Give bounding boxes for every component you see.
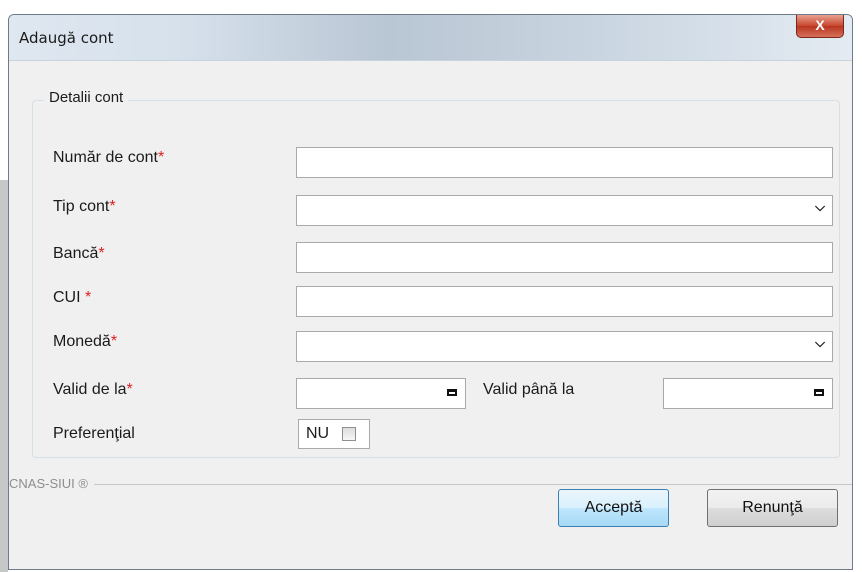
dialog-content: Detalii cont Număr de cont* Tip cont* ⌵ … (9, 61, 852, 569)
group-title: Detalii cont (44, 89, 129, 106)
cui-label: CUI * (53, 289, 92, 306)
currency-label: Monedă* (53, 333, 118, 350)
required-star: * (109, 198, 116, 215)
required-star: * (157, 149, 165, 166)
dialog-title: Adaugă cont (19, 29, 114, 47)
valid-until-label: Valid până la (483, 381, 575, 398)
valid-until-date-input[interactable] (663, 378, 833, 409)
account-number-input[interactable] (296, 147, 833, 178)
close-button[interactable]: X (796, 15, 844, 38)
footer-brand: CNAS-SIUI ® (9, 476, 94, 491)
valid-from-label: Valid de la* (53, 381, 133, 398)
calendar-icon[interactable] (447, 389, 457, 396)
chevron-down-icon: ⌵ (815, 335, 825, 350)
bank-label: Bancă* (53, 245, 105, 262)
bank-input[interactable] (296, 242, 833, 273)
preferential-field[interactable]: NU (298, 419, 370, 449)
preferential-value: NU (306, 425, 330, 442)
account-number-label: Număr de cont* (53, 149, 165, 166)
preferential-label: Preferenţial (53, 425, 135, 442)
currency-select[interactable]: ⌵ (296, 331, 833, 362)
add-account-dialog: Adaugă cont X Detalii cont Număr de cont… (8, 14, 853, 570)
required-star: * (126, 381, 133, 398)
account-type-label: Tip cont* (53, 198, 116, 215)
background-window-edge (0, 180, 8, 572)
accept-button[interactable]: Acceptă (558, 489, 669, 527)
cui-input[interactable] (296, 286, 833, 317)
chevron-down-icon: ⌵ (815, 199, 825, 214)
footer-divider (9, 484, 852, 485)
close-icon: X (815, 17, 825, 33)
required-star: * (110, 333, 118, 350)
preferential-checkbox[interactable] (342, 427, 356, 441)
required-star: * (98, 245, 105, 262)
cancel-button[interactable]: Renunţă (707, 489, 838, 527)
valid-from-date-input[interactable] (296, 378, 466, 409)
required-star: * (85, 289, 92, 306)
title-bar: Adaugă cont X (9, 15, 852, 61)
account-type-select[interactable]: ⌵ (296, 195, 833, 226)
calendar-icon[interactable] (814, 389, 824, 396)
